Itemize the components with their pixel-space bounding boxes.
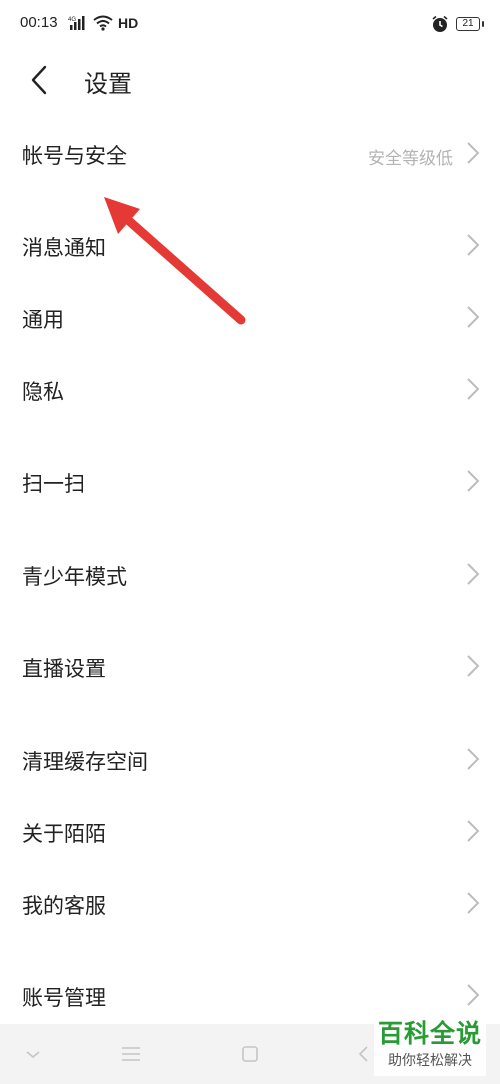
annotation-arrow xyxy=(104,197,246,325)
collapse-icon[interactable] xyxy=(25,1044,41,1064)
menu-icon[interactable] xyxy=(121,1044,141,1064)
watermark-title: 百科全说 xyxy=(377,1019,482,1048)
home-icon[interactable] xyxy=(241,1044,259,1064)
watermark-logo: 百科全说 助你轻松解决 xyxy=(374,1014,486,1076)
watermark-subtitle: 助你轻松解决 xyxy=(388,1053,472,1069)
back-icon[interactable] xyxy=(356,1044,370,1064)
